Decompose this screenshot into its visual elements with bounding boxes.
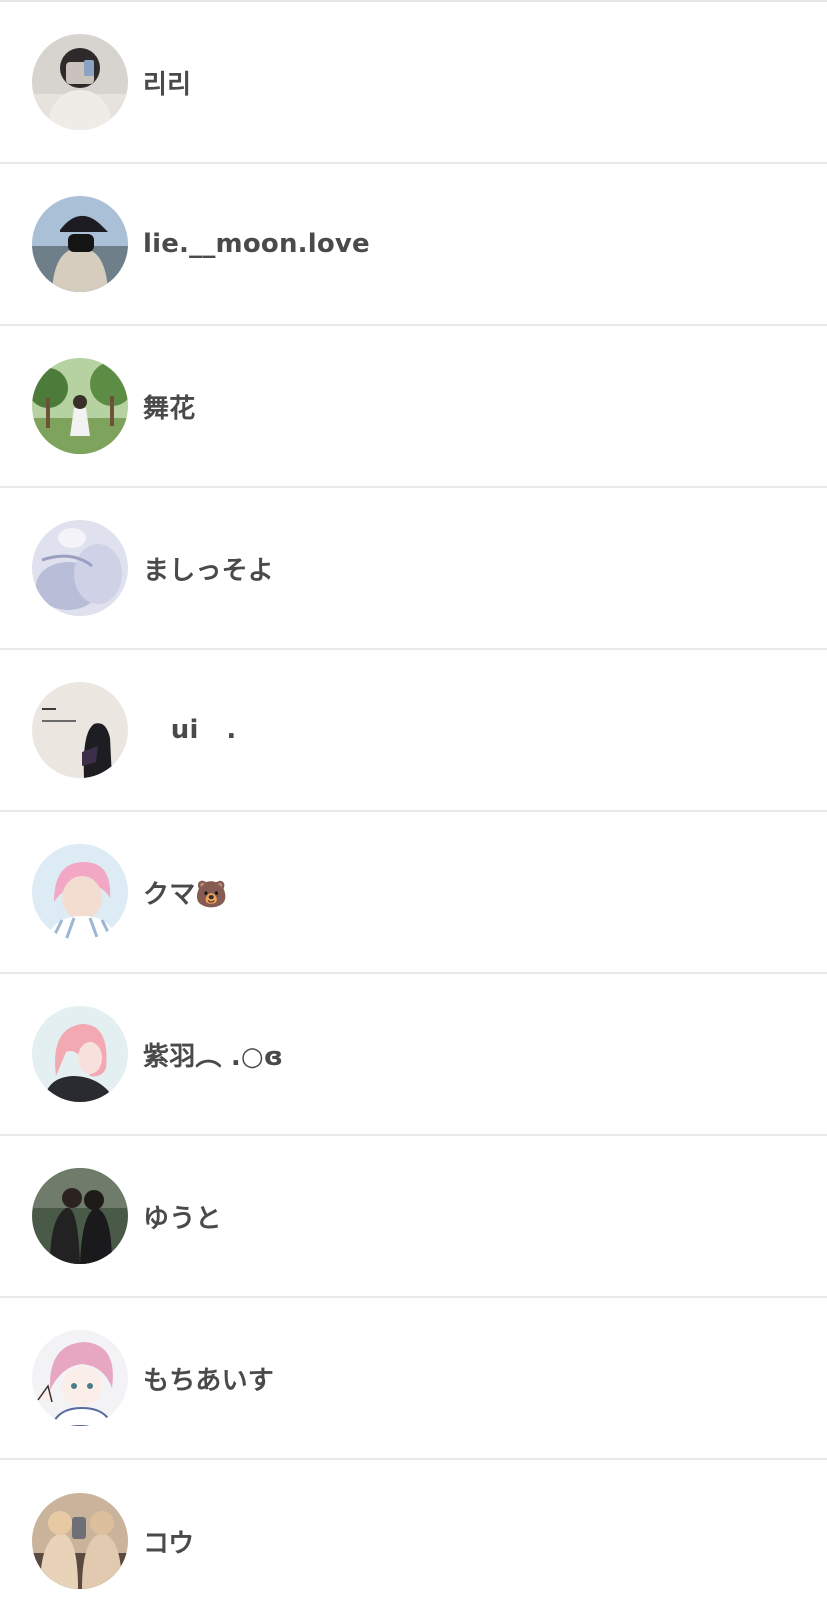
avatar[interactable]	[32, 1006, 128, 1102]
username: コウ	[143, 1528, 195, 1559]
user-row[interactable]: 舞花	[0, 326, 827, 488]
user-row[interactable]: ui .	[0, 650, 827, 812]
user-list: 리리 lie.__moon.love 舞花 ましっそよ ui . クマ🐻 紫羽︵…	[0, 0, 827, 1620]
avatar[interactable]	[32, 844, 128, 940]
avatar[interactable]	[32, 34, 128, 130]
user-row[interactable]: もちあいす	[0, 1298, 827, 1460]
user-row[interactable]: クマ🐻	[0, 812, 827, 974]
username: lie.__moon.love	[143, 229, 370, 259]
username: もちあいす	[143, 1365, 275, 1396]
user-row[interactable]: 紫羽︵ .○ɞ	[0, 974, 827, 1136]
username: 舞花	[143, 393, 196, 424]
username: 리리	[143, 69, 192, 100]
avatar[interactable]	[32, 520, 128, 616]
avatar[interactable]	[32, 1168, 128, 1264]
avatar[interactable]	[32, 358, 128, 454]
user-row[interactable]: lie.__moon.love	[0, 164, 827, 326]
username: ゆうと	[143, 1203, 222, 1234]
user-row[interactable]: ゆうと	[0, 1136, 827, 1298]
username: クマ🐻	[143, 879, 228, 910]
user-row[interactable]: ましっそよ	[0, 488, 827, 650]
avatar[interactable]	[32, 682, 128, 778]
user-row[interactable]: 리리	[0, 2, 827, 164]
avatar[interactable]	[32, 1493, 128, 1589]
username: ましっそよ	[143, 555, 275, 586]
avatar[interactable]	[32, 1330, 128, 1426]
avatar[interactable]	[32, 196, 128, 292]
username: ui .	[143, 715, 237, 745]
user-row[interactable]: コウ	[0, 1460, 827, 1622]
username: 紫羽︵ .○ɞ	[143, 1041, 284, 1072]
